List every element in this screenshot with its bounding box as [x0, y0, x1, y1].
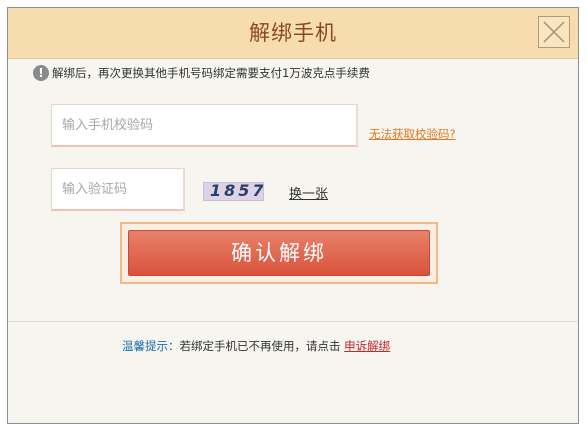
unbind-phone-dialog: 解绑手机 ! 解绑后，再次更换其他手机号码绑定需要支付1万波克点手续费 无法获取… [7, 7, 579, 424]
appeal-unbind-link[interactable]: 申诉解绑 [344, 339, 390, 353]
confirm-unbind-button[interactable]: 确认解绑 [128, 230, 430, 276]
tip-text: 若绑定手机已不再使用，请点击 [179, 339, 341, 353]
dialog-title: 解绑手机 [249, 21, 337, 45]
cannot-get-code-link[interactable]: 无法获取校验码? [369, 126, 456, 142]
confirm-button-frame: 确认解绑 [120, 222, 438, 284]
captcha-input[interactable] [52, 169, 183, 209]
notice: ! 解绑后，再次更换其他手机号码绑定需要支付1万波克点手续费 [33, 63, 370, 83]
captcha-image-text: 1857 [210, 182, 264, 200]
tip: 温馨提示：若绑定手机已不再使用，请点击 申诉解绑 [122, 338, 390, 354]
phone-code-input[interactable] [52, 105, 356, 145]
notice-text: 解绑后，再次更换其他手机号码绑定需要支付1万波克点手续费 [52, 66, 370, 80]
close-button[interactable] [538, 16, 570, 48]
divider [8, 321, 578, 322]
phone-code-field[interactable] [51, 104, 358, 147]
captcha-image[interactable]: 1857 [203, 182, 264, 201]
close-icon [543, 21, 565, 43]
refresh-captcha-link[interactable]: 换一张 [289, 183, 328, 202]
dialog-header: 解绑手机 [8, 8, 578, 59]
tip-label: 温馨提示： [122, 339, 180, 353]
captcha-field[interactable] [51, 168, 185, 211]
warning-icon: ! [33, 65, 49, 81]
